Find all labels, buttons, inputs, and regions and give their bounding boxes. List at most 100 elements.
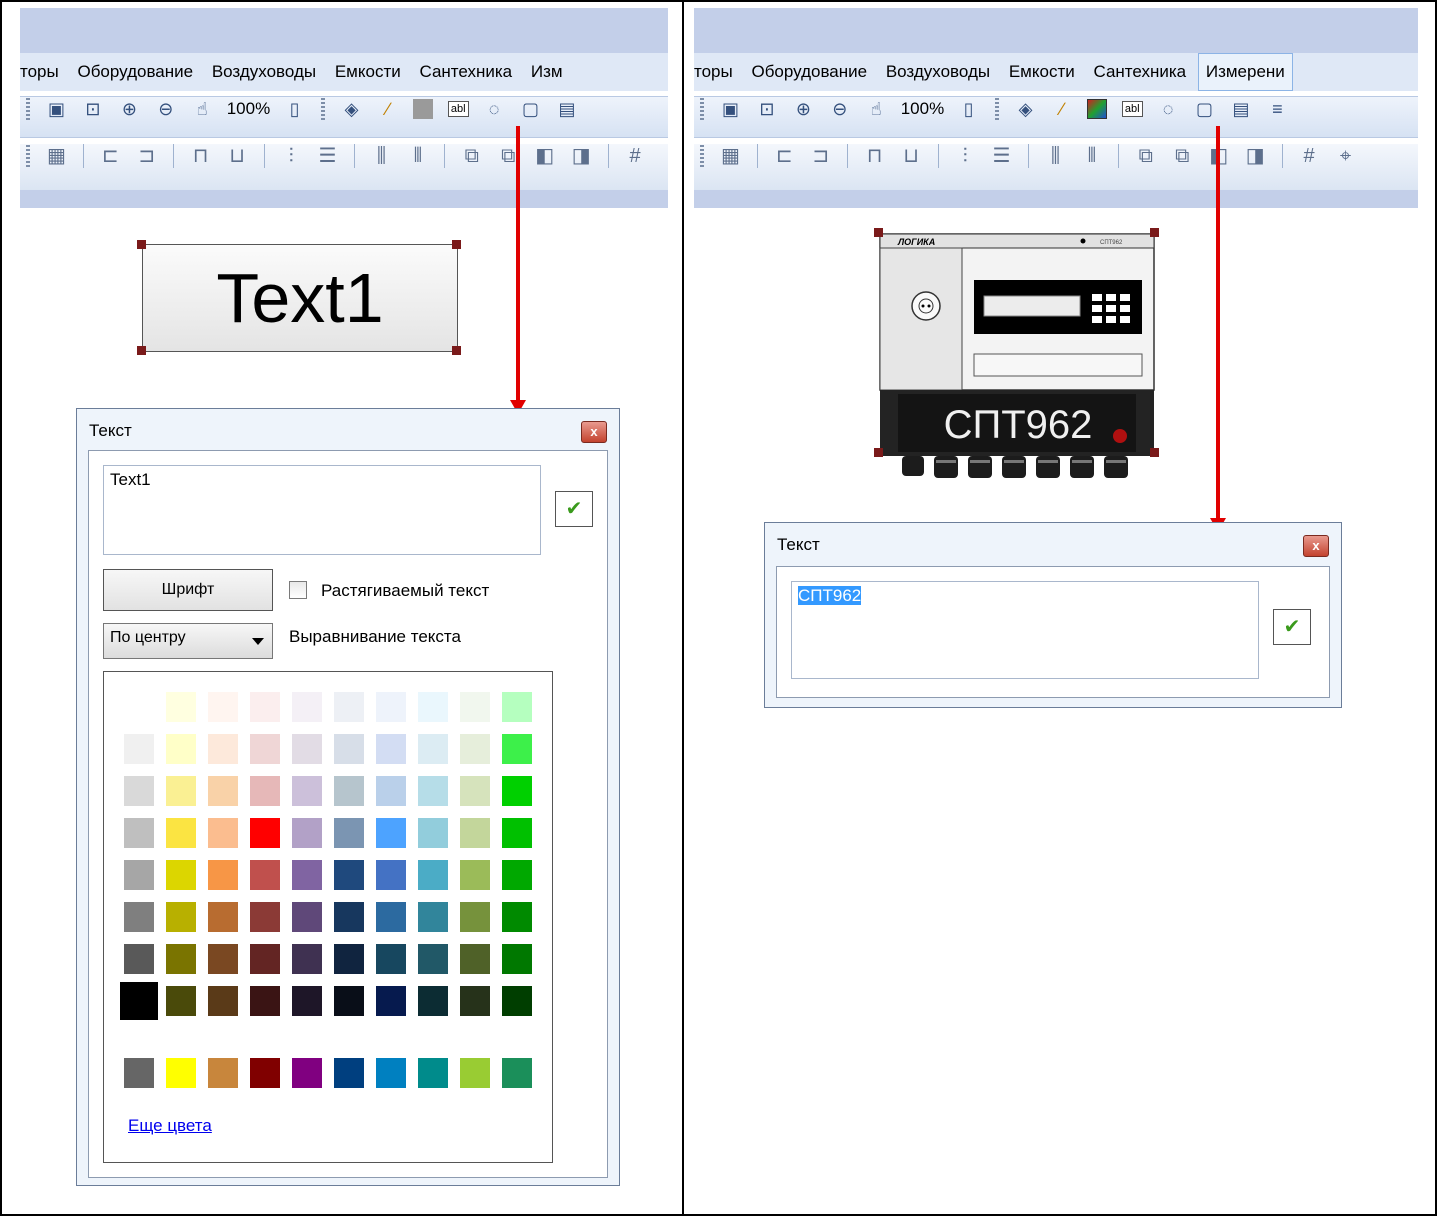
line-color-icon[interactable]: ∕ (1050, 97, 1074, 121)
selection-handle[interactable] (137, 240, 146, 249)
color-swatch[interactable] (418, 944, 448, 974)
color-swatch[interactable] (418, 986, 448, 1016)
align-left-icon[interactable]: ⊏ (772, 144, 796, 168)
properties-icon[interactable]: ▤ (1229, 97, 1253, 121)
menu-item-measurement[interactable]: Измерени (1197, 53, 1293, 91)
color-swatch[interactable] (334, 692, 364, 722)
text-align-select[interactable]: По центру (103, 623, 273, 659)
grid-icon[interactable]: ▦ (718, 144, 742, 168)
color-swatch[interactable] (250, 944, 280, 974)
color-swatch[interactable] (292, 902, 322, 932)
color-swatch[interactable] (460, 944, 490, 974)
center-vertical-icon[interactable]: ☰ (990, 144, 1014, 168)
menu-item-ducts[interactable]: Воздуховоды (205, 53, 323, 91)
color-swatch[interactable] (502, 692, 532, 722)
color-swatch[interactable] (166, 860, 196, 890)
color-swatch[interactable] (166, 944, 196, 974)
line-style-icon[interactable]: ≡ (1265, 97, 1289, 121)
color-swatch[interactable] (208, 944, 238, 974)
color-swatch[interactable] (250, 986, 280, 1016)
color-swatch[interactable] (334, 902, 364, 932)
shadow-box-icon[interactable]: ▢ (519, 97, 543, 121)
color-swatch[interactable] (334, 944, 364, 974)
menu-item-equipment[interactable]: Оборудование (70, 53, 200, 91)
color-swatch[interactable] (460, 902, 490, 932)
color-swatch[interactable] (292, 860, 322, 890)
color-swatch[interactable] (166, 692, 196, 722)
color-swatch[interactable] (418, 734, 448, 764)
color-swatch[interactable] (166, 1058, 196, 1088)
color-swatch[interactable] (502, 902, 532, 932)
color-swatch[interactable] (166, 986, 196, 1016)
color-swatch[interactable] (502, 860, 532, 890)
snap-grid-icon[interactable]: # (1297, 144, 1321, 168)
color-swatch[interactable] (250, 902, 280, 932)
color-swatch[interactable] (460, 860, 490, 890)
bring-forward-icon[interactable]: ⧉ (460, 144, 484, 168)
menu-item-tanks[interactable]: Емкости (1002, 53, 1082, 91)
selection-handle[interactable] (874, 448, 883, 457)
menu-item-tanks[interactable]: Емкости (328, 53, 408, 91)
color-swatch[interactable] (460, 776, 490, 806)
color-swatch[interactable] (376, 902, 406, 932)
color-swatch[interactable] (166, 734, 196, 764)
color-swatch[interactable] (292, 1058, 322, 1088)
color-swatch[interactable] (334, 1058, 364, 1088)
color-swatch[interactable] (208, 860, 238, 890)
color-swatch[interactable] (334, 860, 364, 890)
selection-handle[interactable] (452, 240, 461, 249)
color-swatch[interactable] (120, 982, 158, 1020)
fill-bucket-icon[interactable]: ◈ (1014, 97, 1038, 121)
color-swatch[interactable] (250, 734, 280, 764)
menu-item-plumbing[interactable]: Сантехника (1086, 53, 1193, 91)
color-swatch[interactable] (292, 692, 322, 722)
text-input[interactable]: Text1 (103, 465, 541, 555)
menu-item-ducts[interactable]: Воздуховоды (879, 53, 997, 91)
color-swatch[interactable] (124, 734, 154, 764)
color-swatch[interactable] (292, 818, 322, 848)
selection-handle[interactable] (1150, 448, 1159, 457)
center-horizontal-icon[interactable]: ⫶ (279, 144, 303, 168)
color-swatch[interactable] (334, 818, 364, 848)
color-swatch[interactable] (502, 944, 532, 974)
line-color-icon[interactable]: ∕ (376, 97, 400, 121)
menu-item-detectors[interactable]: торы (20, 53, 66, 91)
hand-pan-icon[interactable]: ☝ (864, 97, 888, 121)
color-swatch[interactable] (292, 734, 322, 764)
selection-handle[interactable] (137, 346, 146, 355)
color-swatch[interactable] (208, 1058, 238, 1088)
align-right-icon[interactable]: ⊐ (135, 144, 159, 168)
font-button[interactable]: Шрифт (103, 569, 273, 611)
color-swatch[interactable] (502, 818, 532, 848)
apply-check-icon[interactable]: ✔ (555, 491, 593, 527)
color-swatch[interactable] (124, 944, 154, 974)
color-swatch[interactable] (124, 1058, 154, 1088)
toolbar-grip[interactable] (700, 145, 704, 167)
properties-icon[interactable]: ▤ (555, 97, 579, 121)
toolbar-grip[interactable] (700, 98, 704, 120)
color-swatch[interactable] (376, 818, 406, 848)
menu-item-detectors[interactable]: торы (694, 53, 740, 91)
color-swatch[interactable] (250, 776, 280, 806)
color-swatch[interactable] (250, 692, 280, 722)
align-right-icon[interactable]: ⊐ (809, 144, 833, 168)
send-to-back-icon[interactable]: ◨ (569, 144, 593, 168)
zoom-out-icon[interactable]: ⊖ (828, 97, 852, 121)
color-swatch[interactable] (418, 776, 448, 806)
text-object[interactable]: Text1 (142, 244, 458, 352)
selection-handle[interactable] (1150, 228, 1159, 237)
toolbar-grip[interactable] (321, 98, 326, 120)
color-swatch[interactable] (292, 986, 322, 1016)
color-swatch[interactable] (250, 818, 280, 848)
color-swatch[interactable] (250, 1058, 280, 1088)
zoom-out-icon[interactable]: ⊖ (154, 97, 178, 121)
selection-handle[interactable] (874, 228, 883, 237)
more-colors-link[interactable]: Еще цвета (128, 1116, 212, 1136)
zoom-level[interactable]: 100% (901, 99, 944, 119)
menu-item-plumbing[interactable]: Сантехника (412, 53, 519, 91)
color-swatch[interactable] (418, 902, 448, 932)
align-bottom-icon[interactable]: ⊔ (225, 144, 249, 168)
center-horizontal-icon[interactable]: ⫶ (953, 144, 977, 168)
color-swatch[interactable] (166, 776, 196, 806)
color-swatch[interactable] (376, 776, 406, 806)
